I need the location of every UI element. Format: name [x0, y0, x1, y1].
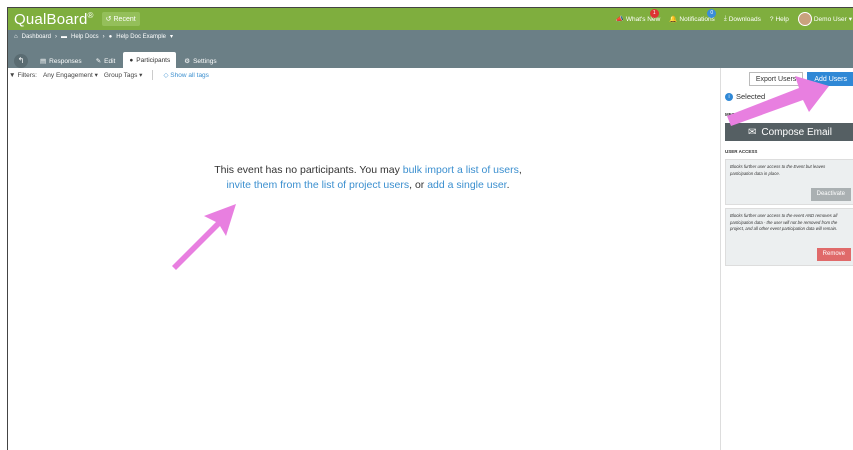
deactivate-button[interactable]: Deactivate [810, 188, 851, 201]
user-access-section-label: USER ACCESS [725, 149, 758, 154]
chat-icon: ● [108, 33, 113, 40]
bulk-import-link[interactable]: bulk import a list of users [403, 164, 519, 176]
export-users-button[interactable]: Export Users [748, 72, 804, 86]
event-tabs: ↰ ▤ Responses ✎ Edit ● Participants ⚙ Se… [14, 46, 223, 68]
divider [152, 70, 154, 80]
show-all-tags-link[interactable]: ◇ Show all tags [163, 71, 208, 79]
caret-down-icon: ▾ [169, 34, 173, 40]
folder-icon: ▬ [60, 33, 67, 40]
breadcrumb-event[interactable]: Help Doc Example [116, 34, 166, 40]
compose-email-button[interactable]: ✉ Compose Email [725, 123, 853, 141]
bell-icon: 🔔 [669, 16, 678, 23]
remove-button[interactable]: Remove [816, 248, 851, 261]
add-single-user-link[interactable]: add a single user [427, 179, 506, 191]
annotation-arrow-center [172, 204, 236, 270]
right-panel: Export Users Add Users i Selected MESSAG… [720, 68, 853, 450]
group-tags-filter[interactable]: Group Tags ▾ [104, 71, 143, 79]
breadcrumb: ⌂ Dashboard › ▬ Help Docs › ● Help Doc E… [14, 33, 173, 41]
edit-icon: ✎ [95, 58, 102, 65]
panel-actions: Export Users Add Users [748, 72, 853, 86]
home-icon: ⌂ [14, 33, 18, 40]
filter-icon: ▼ [9, 71, 16, 79]
history-icon: ↺ [105, 16, 112, 23]
sub-bar: ⌂ Dashboard › ▬ Help Docs › ● Help Doc E… [8, 30, 853, 68]
top-bar: QualBoard® ↺ Recent 📣 What's New 1 🔔 Not… [8, 8, 853, 30]
user-icon: ● [129, 56, 134, 64]
tab-settings[interactable]: ⚙ Settings [178, 54, 222, 68]
selected-header: i Selected [725, 92, 765, 101]
gear-icon: ⚙ [184, 58, 191, 65]
tab-responses[interactable]: ▤ Responses [34, 54, 88, 68]
notifications-link[interactable]: 🔔 Notifications 0 [669, 9, 717, 23]
megaphone-icon: 📣 [615, 16, 624, 23]
deactivate-description: Blocks further user access to the Event … [730, 164, 826, 176]
breadcrumb-help-docs[interactable]: Help Docs [71, 34, 99, 40]
recent-button[interactable]: ↺ Recent [101, 12, 140, 26]
chevron-right-icon: › [54, 33, 57, 40]
add-users-button[interactable]: Add Users [807, 72, 853, 86]
download-icon: ⤓ [723, 15, 727, 22]
caret-down-icon: ▾ [848, 16, 852, 23]
app-window: QualBoard® ↺ Recent 📣 What's New 1 🔔 Not… [7, 7, 853, 450]
remove-card: Blocks further user access to the event … [725, 208, 853, 266]
user-menu[interactable]: Demo User ▾ [797, 12, 852, 26]
downloads-link[interactable]: ⤓ Downloads [724, 15, 761, 23]
back-button[interactable]: ↰ [14, 54, 28, 68]
list-icon: ▤ [40, 58, 47, 65]
remove-description: Blocks further user access to the event … [730, 213, 838, 231]
tab-participants[interactable]: ● Participants [123, 52, 177, 68]
app-logo[interactable]: QualBoard® [14, 11, 94, 28]
breadcrumb-dashboard[interactable]: Dashboard [22, 34, 51, 40]
deactivate-card: Blocks further user access to the Event … [725, 159, 853, 205]
top-nav: 📣 What's New 1 🔔 Notifications 0 ⤓ Downl… [616, 8, 853, 30]
empty-state-message: This event has no participants. You may … [214, 164, 522, 191]
filters-label: Filters: [17, 71, 37, 79]
envelope-icon: ✉ [748, 126, 757, 138]
messages-section-label: MESSAGES [725, 112, 751, 117]
info-icon: i [725, 92, 733, 101]
whats-new-badge: 1 [649, 9, 659, 18]
help-link[interactable]: ? Help [770, 16, 789, 23]
chevron-right-icon: › [102, 33, 105, 40]
whats-new-link[interactable]: 📣 What's New 1 [615, 9, 660, 23]
question-icon: ? [769, 15, 774, 23]
tab-edit[interactable]: ✎ Edit [90, 54, 122, 68]
avatar [797, 12, 812, 26]
tag-icon: ◇ [163, 72, 169, 79]
invite-project-users-link[interactable]: invite them from the list of project use… [226, 179, 409, 191]
engagement-filter[interactable]: Any Engagement ▾ [43, 71, 98, 79]
